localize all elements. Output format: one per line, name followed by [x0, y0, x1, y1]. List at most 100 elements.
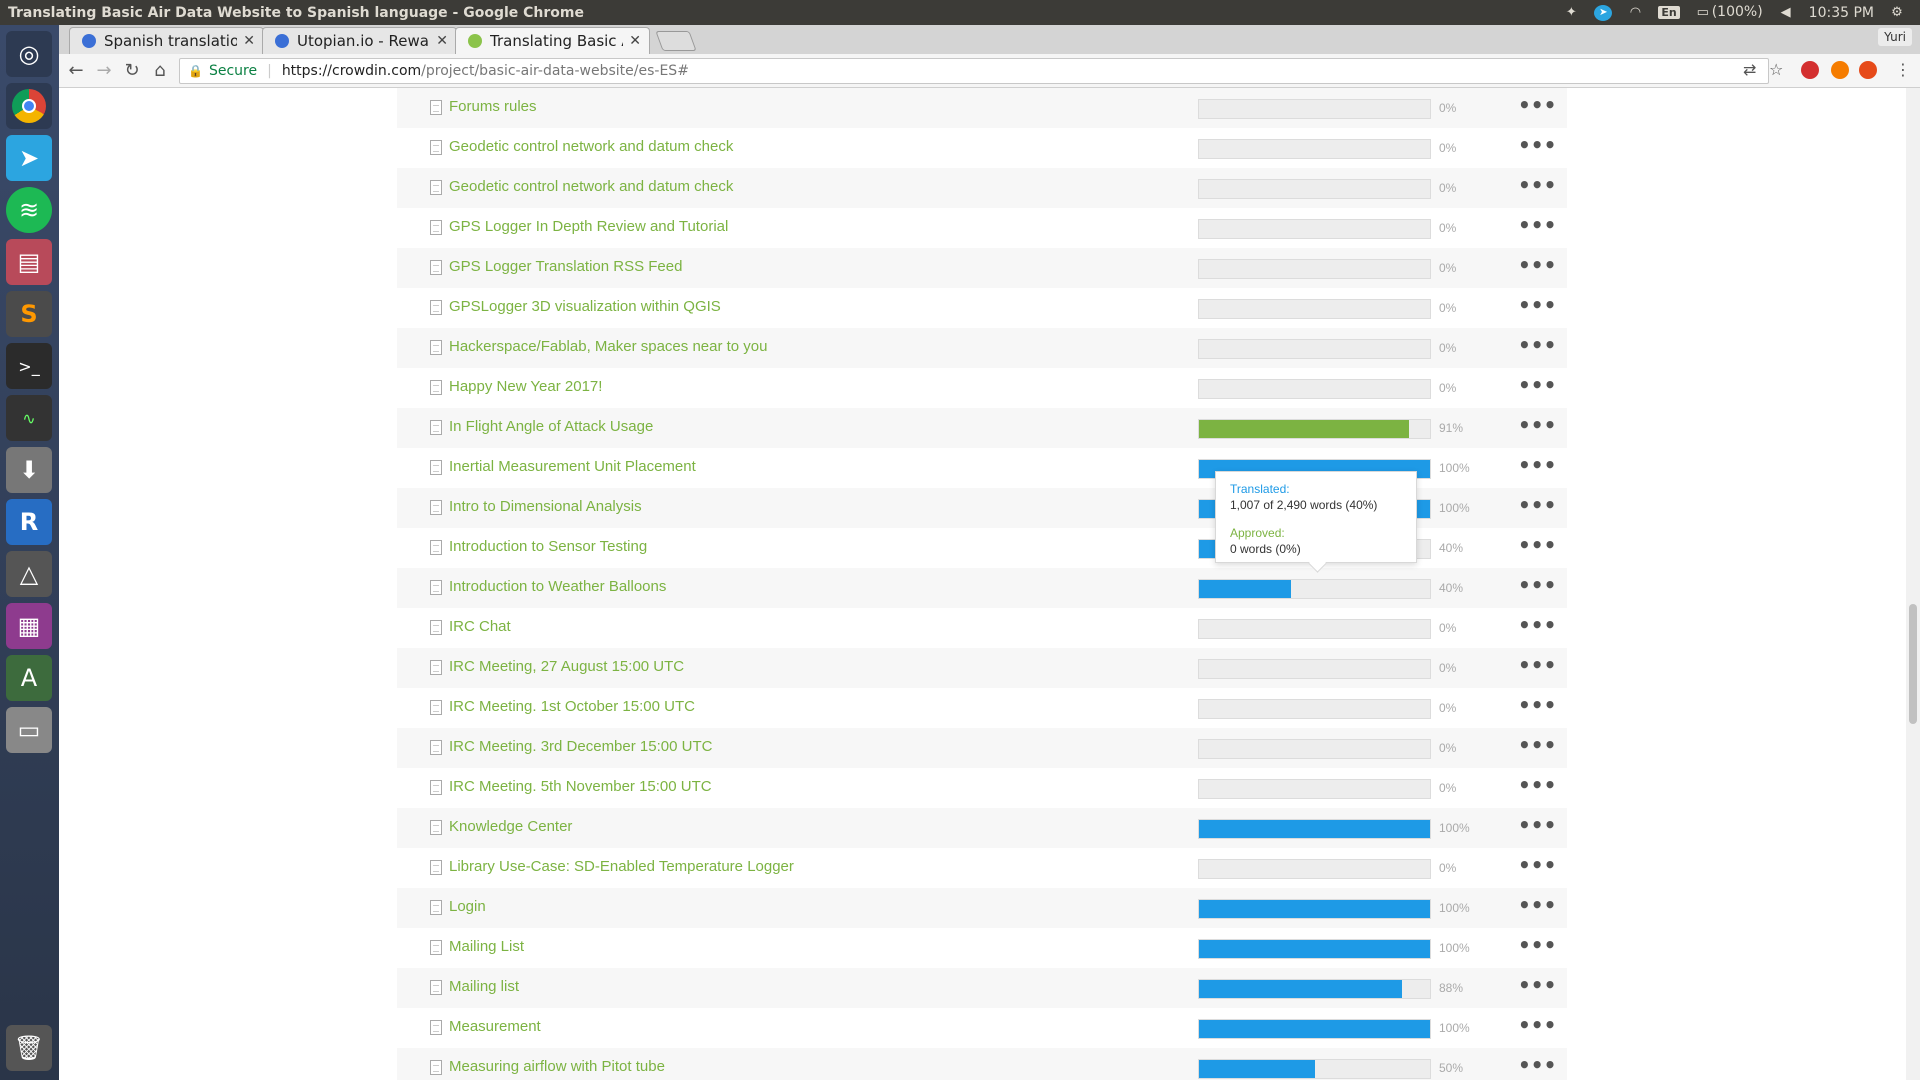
progress-bar[interactable] — [1198, 659, 1431, 679]
more-options-icon[interactable]: ••• — [1518, 93, 1556, 117]
file-name-link[interactable]: In Flight Angle of Attack Usage — [449, 418, 653, 435]
more-options-icon[interactable]: ••• — [1518, 733, 1556, 757]
more-options-icon[interactable]: ••• — [1518, 653, 1556, 677]
more-options-icon[interactable]: ••• — [1518, 373, 1556, 397]
page-scrollbar[interactable] — [1906, 88, 1920, 1080]
progress-bar[interactable] — [1198, 819, 1431, 839]
more-options-icon[interactable]: ••• — [1518, 173, 1556, 197]
file-name-link[interactable]: Mailing list — [449, 978, 519, 995]
terminal-launcher-icon[interactable]: >_ — [6, 343, 52, 389]
bookmark-star-icon[interactable]: ☆ — [1769, 60, 1783, 79]
wifi-icon[interactable]: ◠ — [1626, 5, 1644, 21]
progress-bar[interactable] — [1198, 179, 1431, 199]
file-name-link[interactable]: Measurement — [449, 1018, 541, 1035]
progress-bar[interactable] — [1198, 379, 1431, 399]
file-name-link[interactable]: Happy New Year 2017! — [449, 378, 602, 395]
more-options-icon[interactable]: ••• — [1518, 133, 1556, 157]
reload-icon[interactable]: ↻ — [121, 60, 143, 82]
more-options-icon[interactable]: ••• — [1518, 453, 1556, 477]
progress-bar[interactable] — [1198, 859, 1431, 879]
file-name-link[interactable]: Hackerspace/Fablab, Maker spaces near to… — [449, 338, 768, 355]
keyboard-layout-indicator[interactable]: En — [1658, 6, 1680, 19]
close-tab-icon[interactable]: ✕ — [629, 33, 641, 49]
file-name-link[interactable]: Library Use-Case: SD-Enabled Temperature… — [449, 858, 794, 875]
progress-bar[interactable] — [1198, 739, 1431, 759]
telegram-launcher-icon[interactable]: ➤ — [6, 135, 52, 181]
file-name-link[interactable]: Inertial Measurement Unit Placement — [449, 458, 696, 475]
extension-orange-icon[interactable] — [1831, 61, 1849, 79]
progress-bar[interactable] — [1198, 139, 1431, 159]
sublime-launcher-icon[interactable]: S — [6, 291, 52, 337]
tab-utopian-reward[interactable]: Utopian.io - Reward ✕ — [262, 27, 457, 54]
more-options-icon[interactable]: ••• — [1518, 213, 1556, 237]
progress-bar[interactable] — [1198, 619, 1431, 639]
more-options-icon[interactable]: ••• — [1518, 693, 1556, 717]
ubuntu-dash-icon[interactable]: ◎ — [6, 31, 52, 77]
extension-red-icon[interactable] — [1801, 61, 1819, 79]
more-options-icon[interactable]: ••• — [1518, 573, 1556, 597]
progress-bar[interactable] — [1198, 219, 1431, 239]
inkscape-launcher-icon[interactable]: △ — [6, 551, 52, 597]
file-name-link[interactable]: IRC Meeting. 1st October 15:00 UTC — [449, 698, 695, 715]
forward-arrow-icon[interactable]: → — [93, 60, 115, 82]
chrome-menu-icon[interactable]: ⋮ — [1895, 60, 1911, 79]
file-name-link[interactable]: Forums rules — [449, 98, 537, 115]
installer-launcher-icon[interactable]: ⬇ — [6, 447, 52, 493]
telegram-tray-icon[interactable]: ➤ — [1594, 4, 1613, 21]
progress-bar[interactable] — [1198, 579, 1431, 599]
translate-icon[interactable]: ⇄ — [1743, 60, 1756, 79]
file-name-link[interactable]: Introduction to Sensor Testing — [449, 538, 647, 555]
progress-bar[interactable] — [1198, 699, 1431, 719]
progress-bar[interactable] — [1198, 419, 1431, 439]
file-name-link[interactable]: GPS Logger Translation RSS Feed — [449, 258, 682, 275]
file-name-link[interactable]: Measuring airflow with Pitot tube — [449, 1058, 665, 1075]
software-updater-launcher-icon[interactable]: A — [6, 655, 52, 701]
more-options-icon[interactable]: ••• — [1518, 533, 1556, 557]
file-name-link[interactable]: Mailing List — [449, 938, 524, 955]
extension-fire-icon[interactable] — [1859, 61, 1877, 79]
progress-bar[interactable] — [1198, 899, 1431, 919]
files-launcher-icon[interactable]: ▤ — [6, 239, 52, 285]
progress-bar[interactable] — [1198, 979, 1431, 999]
file-name-link[interactable]: IRC Chat — [449, 618, 511, 635]
trash-launcher-icon[interactable]: 🗑 — [6, 1025, 52, 1071]
clock[interactable]: 10:35 PM — [1809, 5, 1874, 21]
new-tab-button[interactable] — [655, 31, 697, 51]
file-name-link[interactable]: IRC Meeting, 27 August 15:00 UTC — [449, 658, 684, 675]
spotify-launcher-icon[interactable]: ≋ — [6, 187, 52, 233]
file-name-link[interactable]: IRC Meeting. 3rd December 15:00 UTC — [449, 738, 712, 755]
battery-indicator[interactable]: ▭ (100%) — [1694, 4, 1763, 21]
more-options-icon[interactable]: ••• — [1518, 773, 1556, 797]
file-name-link[interactable]: Geodetic control network and datum check — [449, 138, 733, 155]
r-launcher-icon[interactable]: R — [6, 499, 52, 545]
tab-translating-basic-air[interactable]: Translating Basic Ai ✕ — [455, 27, 650, 54]
volume-icon[interactable]: ◀ — [1777, 5, 1795, 21]
media-launcher-icon[interactable]: ▦ — [6, 603, 52, 649]
file-name-link[interactable]: GPS Logger In Depth Review and Tutorial — [449, 218, 728, 235]
progress-bar[interactable] — [1198, 779, 1431, 799]
progress-bar[interactable] — [1198, 259, 1431, 279]
settings-gear-icon[interactable]: ⚙ — [1888, 5, 1906, 21]
drive-launcher-icon[interactable]: ▭ — [6, 707, 52, 753]
more-options-icon[interactable]: ••• — [1518, 973, 1556, 997]
more-options-icon[interactable]: ••• — [1518, 853, 1556, 877]
system-monitor-launcher-icon[interactable]: ∿ — [6, 395, 52, 441]
address-bar[interactable]: 🔒 Secure | https://crowdin.com /project/… — [179, 58, 1769, 84]
progress-bar[interactable] — [1198, 939, 1431, 959]
file-name-link[interactable]: Introduction to Weather Balloons — [449, 578, 666, 595]
progress-bar[interactable] — [1198, 99, 1431, 119]
more-options-icon[interactable]: ••• — [1518, 413, 1556, 437]
chrome-launcher-icon[interactable] — [6, 83, 52, 129]
file-name-link[interactable]: Knowledge Center — [449, 818, 572, 835]
home-icon[interactable]: ⌂ — [149, 60, 171, 82]
progress-bar[interactable] — [1198, 339, 1431, 359]
scrollbar-thumb[interactable] — [1909, 604, 1917, 724]
more-options-icon[interactable]: ••• — [1518, 893, 1556, 917]
dropbox-icon[interactable]: ✦ — [1562, 5, 1580, 21]
file-name-link[interactable]: GPSLogger 3D visualization within QGIS — [449, 298, 721, 315]
tab-spanish-translation[interactable]: Spanish translation ✕ — [69, 27, 264, 54]
more-options-icon[interactable]: ••• — [1518, 813, 1556, 837]
more-options-icon[interactable]: ••• — [1518, 1013, 1556, 1037]
more-options-icon[interactable]: ••• — [1518, 333, 1556, 357]
close-tab-icon[interactable]: ✕ — [436, 33, 448, 49]
